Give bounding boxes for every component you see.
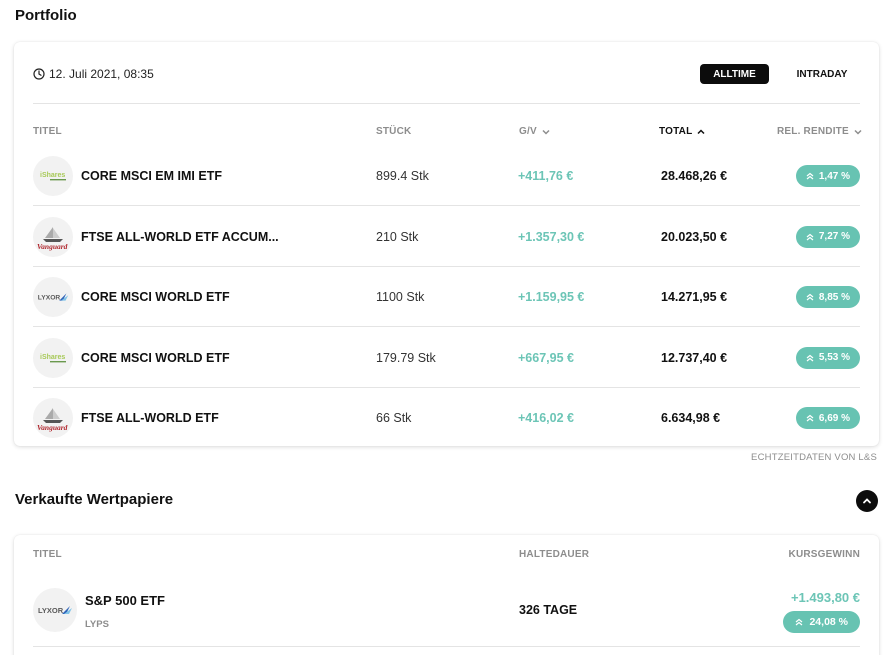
realtime-data-note: ECHTZEITDATEN VON L&S	[751, 452, 877, 463]
double-chevron-up-icon	[806, 233, 814, 240]
svg-text:Vanguard: Vanguard	[37, 423, 68, 432]
sold-column-header-title: TITEL	[33, 549, 62, 560]
sold-securities-card: TITEL HALTEDAUER KURSGEWINN LYXOR S&P 50…	[14, 535, 879, 655]
column-header-gv-label: G/V	[519, 126, 537, 137]
return-value: 8,85 %	[818, 291, 850, 303]
alltime-toggle[interactable]: ALLTIME	[700, 64, 769, 84]
quantity: 210 Stk	[376, 229, 419, 244]
return-badge: 7,27 %	[795, 225, 860, 248]
return-badge: 24,08 %	[783, 611, 860, 633]
portfolio-header-bar: 12. Juli 2021, 08:35 ALLTIME INTRADAY	[33, 42, 860, 104]
column-header-rendite-label: REL. RENDITE	[777, 126, 849, 137]
portfolio-title: Portfolio	[15, 7, 77, 24]
intraday-toggle[interactable]: INTRADAY	[789, 64, 855, 84]
column-header-qty: STÜCK	[376, 126, 412, 137]
security-name: CORE MSCI EM IMI ETF	[81, 169, 222, 183]
column-header-title: TITEL	[33, 126, 62, 137]
double-chevron-up-icon	[806, 354, 814, 361]
svg-text:iShares: iShares	[40, 354, 65, 361]
sold-column-header-gain: KURSGEWINN	[788, 549, 860, 560]
column-header-total[interactable]: TOTAL	[659, 126, 706, 137]
gain-loss: +416,02 €	[518, 411, 574, 425]
sold-name: S&P 500 ETF	[85, 593, 165, 608]
sold-column-header-hold: HALTEDAUER	[519, 549, 590, 560]
gain-loss: +411,76 €	[518, 169, 574, 183]
lyxor-logo: LYXOR	[33, 277, 73, 317]
return-value: 5,53 %	[818, 352, 850, 363]
return-badge: 1,47 %	[795, 165, 860, 187]
return-badge: 8,85 %	[795, 286, 860, 308]
return-value: 24,08 %	[809, 616, 848, 628]
security-name: FTSE ALL-WORLD ETF	[81, 411, 219, 425]
timestamp: 12. Juli 2021, 08:35	[33, 67, 154, 81]
svg-text:iShares: iShares	[40, 172, 65, 179]
sold-row[interactable]: LYXOR S&P 500 ETF LYPS 326 TAGE +1.493,8…	[33, 575, 860, 647]
portfolio-card: 12. Juli 2021, 08:35 ALLTIME INTRADAY TI…	[14, 42, 879, 446]
gain-loss: +1.357,30 €	[518, 229, 585, 244]
sold-securities-title: Verkaufte Wertpapiere	[15, 491, 174, 508]
sold-ticker: LYPS	[85, 619, 109, 630]
table-row[interactable]: Vanguard FTSE ALL-WORLD ETF 66 Stk +416,02 …	[33, 388, 860, 448]
return-badge: 5,53 %	[795, 346, 860, 369]
double-chevron-up-icon	[806, 172, 814, 180]
table-row[interactable]: iShares CORE MSCI WORLD ETF 179.79 Stk +667…	[33, 328, 860, 388]
quantity: 1100 Stk	[376, 290, 425, 304]
chevron-down-icon	[542, 129, 550, 135]
return-value: 6,69 %	[818, 412, 850, 424]
chevron-up-icon	[863, 498, 871, 504]
holding-period: 326 TAGE	[519, 603, 578, 617]
double-chevron-up-icon	[806, 293, 814, 301]
gain-loss: +667,95 €	[518, 350, 574, 365]
security-name: CORE MSCI WORLD ETF	[81, 350, 230, 365]
return-badge: 6,69 %	[795, 407, 860, 429]
chevron-down-icon	[854, 129, 862, 135]
price-gain: +1.493,80 €	[790, 590, 860, 605]
timestamp-text: 12. Juli 2021, 08:35	[49, 67, 154, 81]
column-header-total-label: TOTAL	[659, 126, 693, 137]
quantity: 179.79 Stk	[376, 350, 436, 365]
total-value: 12.737,40 €	[661, 350, 728, 365]
gain-loss: +1.159,95 €	[518, 290, 585, 304]
column-header-gv[interactable]: G/V	[519, 126, 551, 137]
security-name: FTSE ALL-WORLD ETF ACCUM...	[81, 229, 279, 244]
total-value: 28.468,26 €	[661, 169, 728, 183]
ishares-logo: iShares	[33, 337, 73, 378]
quantity: 899.4 Stk	[376, 169, 429, 183]
table-row[interactable]: iShares CORE MSCI EM IMI ETF 899.4 Stk +411…	[33, 146, 860, 206]
svg-text:Vanguard: Vanguard	[37, 242, 68, 251]
clock-icon	[33, 68, 45, 80]
security-name: CORE MSCI WORLD ETF	[81, 290, 230, 304]
svg-text:LYXOR: LYXOR	[38, 606, 64, 615]
vanguard-logo: Vanguard	[33, 216, 73, 257]
ishares-logo: iShares	[33, 156, 73, 196]
double-chevron-up-icon	[806, 414, 814, 422]
chevron-up-icon	[697, 128, 705, 134]
column-header-rendite[interactable]: REL. RENDITE	[777, 126, 863, 137]
collapse-button[interactable]	[856, 490, 878, 512]
table-row[interactable]: LYXOR CORE MSCI WORLD ETF 1100 Stk +1.159,9…	[33, 267, 860, 327]
return-value: 7,27 %	[818, 231, 850, 242]
svg-text:LYXOR: LYXOR	[38, 295, 61, 302]
vanguard-logo: Vanguard	[33, 398, 73, 438]
lyxor-logo: LYXOR	[33, 588, 77, 632]
quantity: 66 Stk	[376, 411, 412, 425]
total-value: 14.271,95 €	[661, 290, 728, 304]
total-value: 6.634,98 €	[661, 411, 721, 425]
table-row[interactable]: Vanguard FTSE ALL-WORLD ETF ACCUM... 210 S…	[33, 207, 860, 267]
total-value: 20.023,50 €	[661, 229, 728, 244]
return-value: 1,47 %	[818, 170, 850, 182]
double-chevron-up-icon	[796, 618, 803, 626]
